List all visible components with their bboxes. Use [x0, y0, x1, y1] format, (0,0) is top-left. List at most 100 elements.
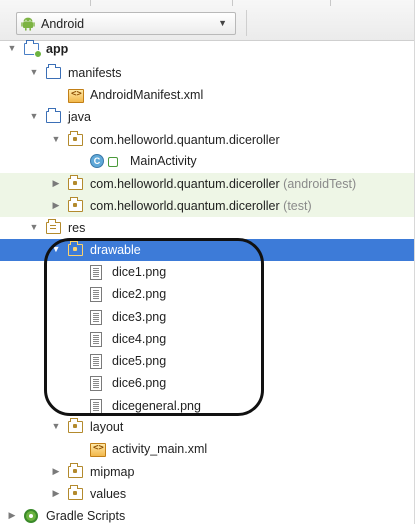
tree-item-label: dicegeneral.png: [112, 399, 201, 413]
toolbar-tick: [90, 0, 91, 6]
tree-item-mipmap[interactable]: ▶ mipmap: [0, 461, 414, 483]
tree-item-res[interactable]: ▼ res: [0, 217, 414, 239]
expand-arrow-icon[interactable]: ▶: [50, 488, 62, 499]
tree-item-name: dice1.png: [112, 265, 167, 279]
expand-arrow-icon[interactable]: ▶: [6, 510, 18, 521]
image-file-icon: [90, 265, 102, 280]
tree-item-label: manifests: [68, 66, 122, 80]
tree-item-dice6[interactable]: dice6.png: [0, 372, 414, 394]
xml-file-icon: [90, 443, 106, 457]
tree-item-label: com.helloworld.quantum.diceroller (test): [90, 199, 312, 213]
tree-item-name: layout: [90, 420, 124, 434]
toolbar-tick: [232, 0, 233, 6]
tree-item-manifests[interactable]: ▼ manifests: [0, 62, 414, 84]
tree-item-dicegeneral[interactable]: dicegeneral.png: [0, 395, 414, 417]
tree-item-dice2[interactable]: dice2.png: [0, 283, 414, 305]
tree-item-name: dice2.png: [112, 287, 167, 301]
resource-folder-icon: [46, 219, 61, 234]
collapse-arrow-icon[interactable]: ▼: [50, 421, 62, 431]
tree-item-label: dice1.png: [112, 265, 166, 279]
folder-icon: [46, 108, 61, 123]
collapse-arrow-icon[interactable]: ▼: [28, 222, 40, 232]
tree-item-dice3[interactable]: dice3.png: [0, 306, 414, 328]
tree-item-name: values: [90, 487, 127, 501]
tree-item-label: dice6.png: [112, 376, 166, 390]
tree-item-app[interactable]: ▼ app: [0, 38, 414, 60]
expand-arrow-icon[interactable]: ▶: [50, 178, 62, 189]
image-file-icon: [90, 287, 102, 302]
project-view-toolbar: Android ▼: [0, 0, 414, 41]
folder-icon: [46, 64, 61, 79]
collapse-arrow-icon[interactable]: ▼: [28, 67, 40, 77]
package-icon: [68, 197, 83, 212]
image-file-icon: [90, 354, 102, 369]
tree-item-name: dice4.png: [112, 332, 167, 346]
tree-item-pkg-test[interactable]: ▶ com.helloworld.quantum.diceroller (test…: [0, 195, 414, 217]
expand-arrow-icon[interactable]: ▶: [50, 200, 62, 211]
collapse-arrow-icon[interactable]: ▼: [50, 134, 62, 144]
tree-item-label: MainActivity: [130, 154, 197, 168]
tree-item-activity_main[interactable]: activity_main.xml: [0, 438, 414, 460]
package-icon: [68, 418, 83, 433]
toolbar-divider: [246, 10, 247, 36]
project-view-dropdown[interactable]: Android ▼: [16, 12, 236, 35]
tree-item-name: com.helloworld.quantum.diceroller: [90, 199, 280, 213]
tree-item-name: activity_main.xml: [112, 442, 208, 456]
chevron-down-icon: ▼: [218, 18, 227, 28]
image-file-icon: [90, 376, 102, 391]
tree-item-name: Gradle Scripts: [46, 509, 126, 523]
access-modifier-icon: [108, 157, 118, 167]
tree-item-dice5[interactable]: dice5.png: [0, 350, 414, 372]
tree-item-layout[interactable]: ▼ layout: [0, 416, 414, 438]
tree-item-name: dice6.png: [112, 376, 167, 390]
source-set-suffix: (test): [279, 199, 312, 213]
tree-item-label: dice4.png: [112, 332, 166, 346]
tree-item-name: AndroidManifest.xml: [90, 88, 204, 102]
class-icon: C: [90, 154, 104, 168]
tree-item-label: dice3.png: [112, 310, 166, 324]
tree-item-dice4[interactable]: dice4.png: [0, 328, 414, 350]
collapse-arrow-icon[interactable]: ▼: [50, 244, 62, 254]
tree-item-name: dicegeneral.png: [112, 399, 201, 413]
tree-item-java[interactable]: ▼ java: [0, 106, 414, 128]
tree-item-mainactivity[interactable]: C MainActivity: [0, 150, 414, 172]
tree-item-label: res: [68, 221, 85, 235]
tree-item-name: MainActivity: [130, 154, 197, 168]
tree-item-pkg-main[interactable]: ▼ com.helloworld.quantum.diceroller: [0, 129, 414, 151]
tree-item-label: mipmap: [90, 465, 134, 479]
tree-item-values[interactable]: ▶ values: [0, 483, 414, 505]
tree-item-label: app: [46, 42, 68, 56]
tree-item-label: com.helloworld.quantum.diceroller: [90, 133, 280, 147]
tree-item-name: drawable: [90, 243, 141, 257]
package-icon: [68, 175, 83, 190]
tree-item-label: values: [90, 487, 126, 501]
tree-item-dice1[interactable]: dice1.png: [0, 261, 414, 283]
tree-item-name: java: [68, 110, 91, 124]
expand-arrow-icon[interactable]: ▶: [50, 466, 62, 477]
tree-item-label: com.helloworld.quantum.diceroller (andro…: [90, 177, 356, 191]
xml-file-icon: [68, 89, 84, 103]
tree-item-name: app: [46, 42, 69, 56]
tree-item-name: com.helloworld.quantum.diceroller: [90, 177, 280, 191]
tree-item-label: dice2.png: [112, 287, 166, 301]
package-icon: [68, 463, 83, 478]
tree-item-name: mipmap: [90, 465, 135, 479]
tree-item-name: dice5.png: [112, 354, 167, 368]
tree-item-androidmanifest[interactable]: AndroidManifest.xml: [0, 84, 414, 106]
package-icon: [68, 131, 83, 146]
gradle-icon: [24, 509, 38, 523]
tree-item-name: manifests: [68, 66, 122, 80]
toolbar-tick: [330, 0, 331, 6]
image-file-icon: [90, 332, 102, 347]
collapse-arrow-icon[interactable]: ▼: [28, 111, 40, 121]
package-icon: [68, 485, 83, 500]
project-tool-window: Android ▼ ▼ app ▼ manifests AndroidManifest.…: [0, 0, 415, 524]
tree-item-label: drawable: [90, 243, 141, 257]
tree-item-name: com.helloworld.quantum.diceroller: [90, 133, 280, 147]
tree-item-drawable[interactable]: ▼ drawable: [0, 239, 414, 261]
package-icon: [68, 241, 83, 256]
tree-item-pkg-androidtest[interactable]: ▶ com.helloworld.quantum.diceroller (andr…: [0, 173, 414, 195]
collapse-arrow-icon[interactable]: ▼: [6, 43, 18, 53]
source-set-suffix: (androidTest): [279, 177, 357, 191]
image-file-icon: [90, 310, 102, 325]
